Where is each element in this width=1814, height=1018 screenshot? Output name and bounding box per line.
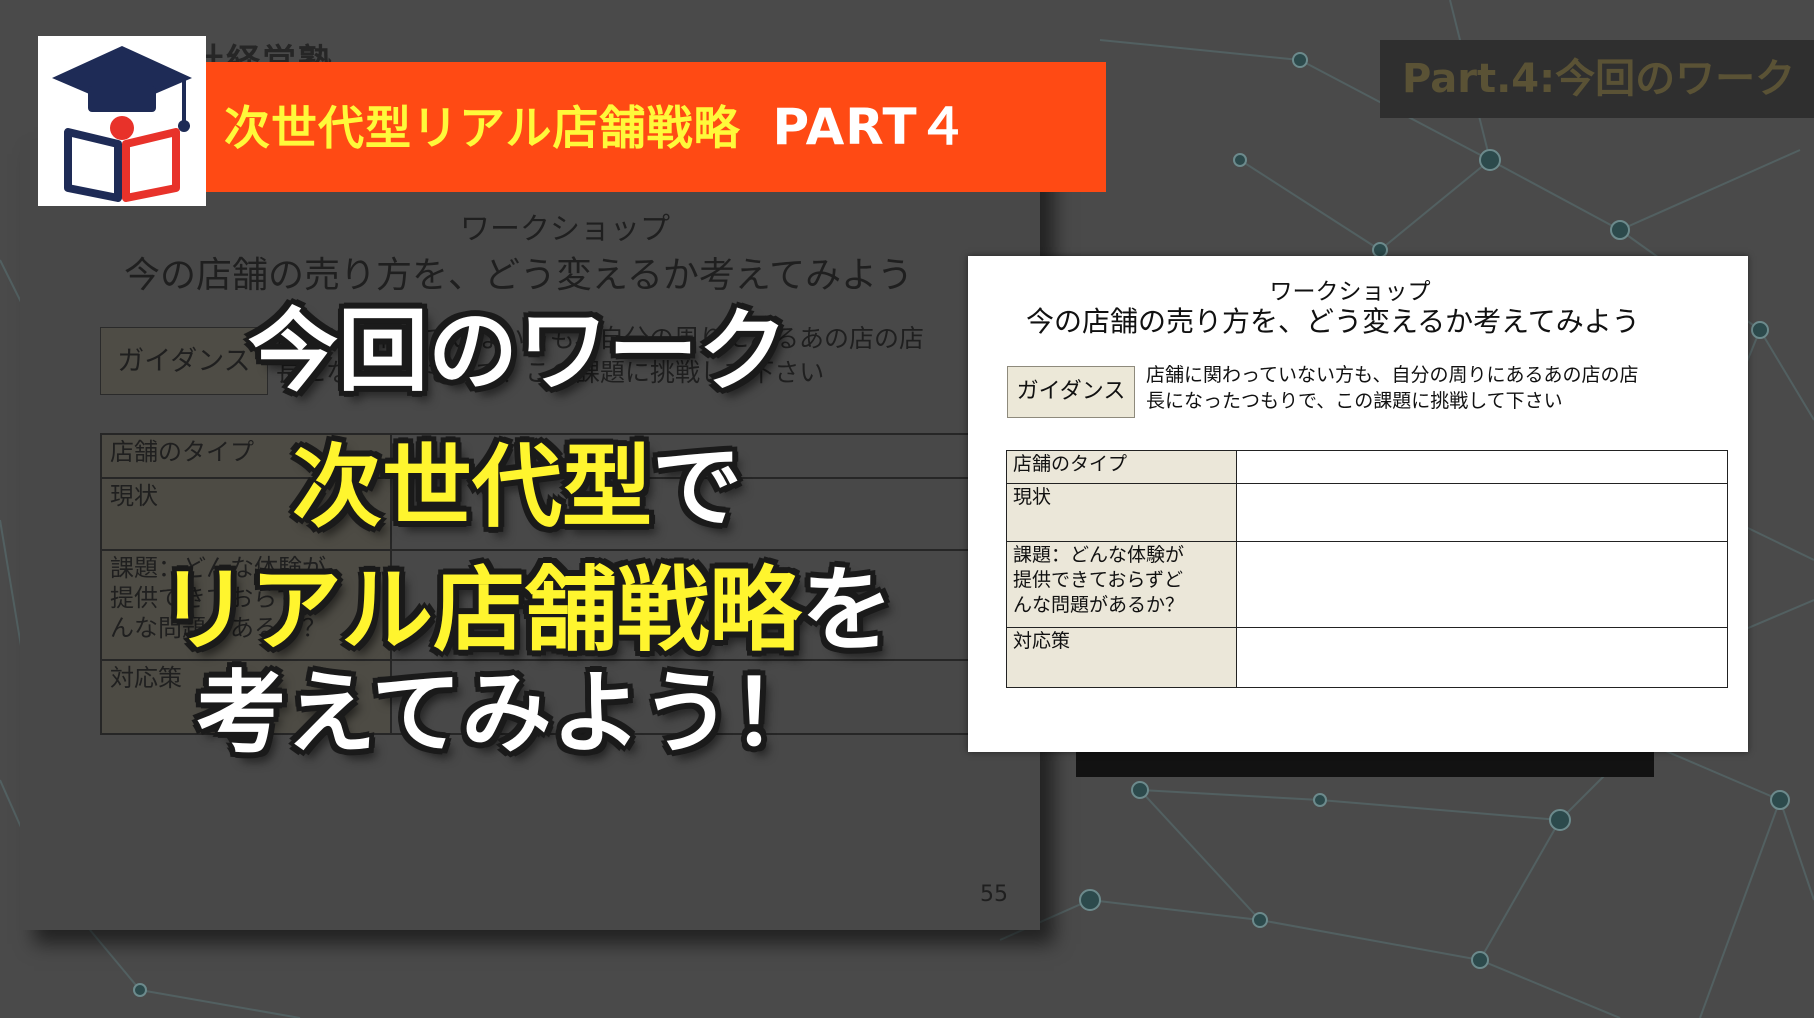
row-label-measures: 対応策 <box>1006 627 1237 688</box>
row-value-current <box>1236 483 1728 542</box>
table-row: 課題：どんな体験が 提供できておらずど んな問題があるか？ <box>1006 541 1728 628</box>
workshop-slide-card: ワークショップ 今の店舗の売り方を、どう変えるか考えてみよう ガイダンス 店舗に… <box>968 256 1748 752</box>
headline-line-4: 考えてみよう！ <box>196 661 822 766</box>
row-label-issue: 課題：どんな体験が 提供できておらずど んな問題があるか？ <box>1006 541 1237 628</box>
issue-line-1: 課題：どんな体験が <box>1013 544 1185 566</box>
headline-line-1: 今回のワーク <box>248 299 788 404</box>
headline-line-2-highlight: 次世代型 <box>292 435 652 540</box>
header-part-label: PART４ <box>772 98 969 156</box>
guidance-text: 店舗に関わっていない方も、自分の周りにあるあの店の店 長になったつもりで、この課… <box>1146 362 1736 414</box>
guidance-line-1: 店舗に関わっていない方も、自分の周りにあるあの店の店 <box>1146 364 1639 386</box>
header-title: 次世代型リアル店舗戦略 <box>224 101 741 155</box>
school-logo <box>38 36 206 206</box>
bg-guidance-label: ガイダンス <box>100 327 268 395</box>
issue-line-3: んな問題があるか？ <box>1013 594 1185 616</box>
issue-line-2: 提供できておらずど <box>1013 569 1184 591</box>
header-banner: 次世代型リアル店舗戦略 PART４ <box>206 62 1106 192</box>
slide-title: 今の店舗の売り方を、どう変えるか考えてみよう <box>1026 305 1640 338</box>
table-row: 現状 <box>1006 483 1728 542</box>
thumbnail-canvas: 社経営塾 Part.4:今回のワーク ワークショップ 今の店舗の売り方を、どう変… <box>0 0 1814 1018</box>
row-value-store-type <box>1236 450 1728 484</box>
guidance-label: ガイダンス <box>1007 366 1135 418</box>
bg-slide-subtitle: ワークショップ <box>460 212 670 247</box>
table-row: 対応策 <box>1006 627 1728 688</box>
table-row: 店舗のタイプ <box>1006 450 1728 484</box>
bg-page-number: 55 <box>980 882 1008 907</box>
row-value-issue <box>1236 541 1728 628</box>
graduation-cap-book-icon <box>52 46 192 202</box>
row-label-current: 現状 <box>1006 483 1237 542</box>
headline-line-2-rest: で <box>652 435 742 540</box>
headline-line-2: 次世代型で <box>292 414 742 544</box>
row-value-measures <box>1236 627 1728 688</box>
part-badge: Part.4:今回のワーク <box>1380 40 1814 118</box>
guidance-line-2: 長になったつもりで、この課題に挑戦して下さい <box>1146 390 1563 412</box>
row-label-store-type: 店舗のタイプ <box>1006 450 1237 484</box>
worksheet-table: 店舗のタイプ 現状 課題：どんな体験が 提供できておらずど んな問題があるか？ … <box>1006 450 1728 688</box>
